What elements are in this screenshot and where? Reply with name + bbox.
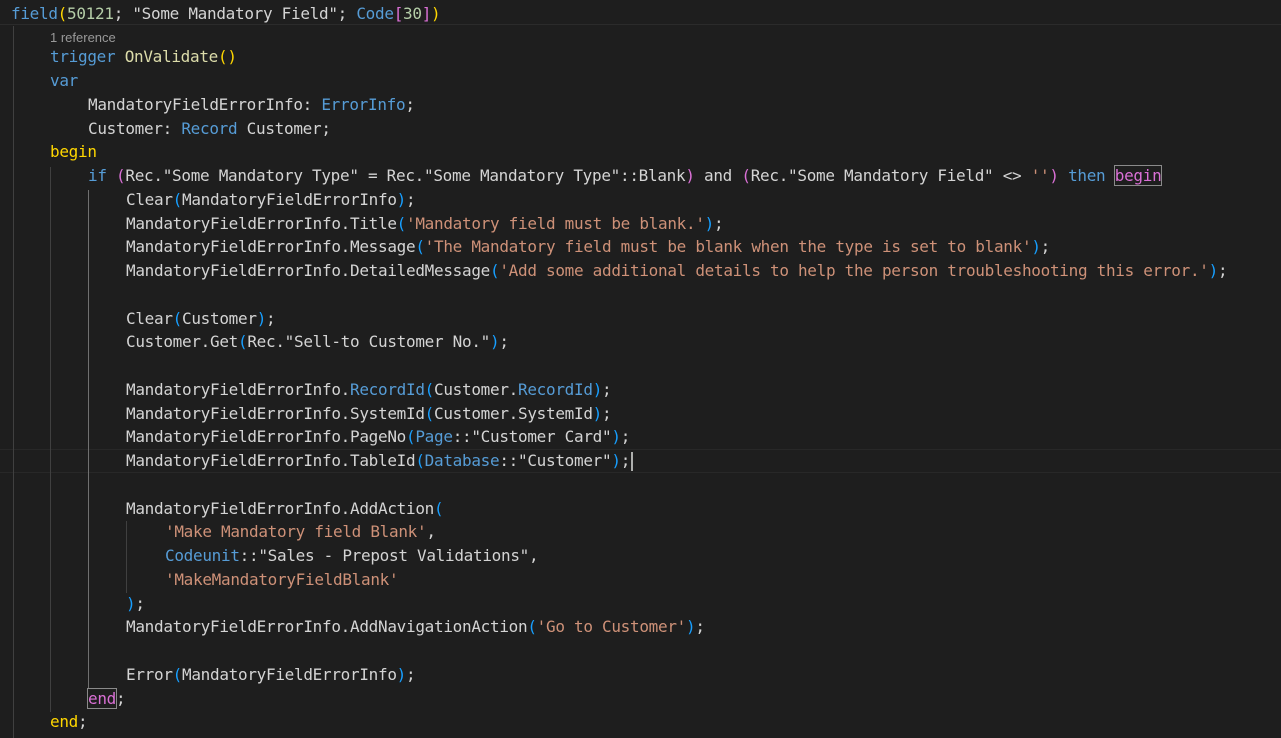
code-line-message[interactable]: MandatoryFieldErrorInfo.Message('The Man… xyxy=(0,235,1281,259)
code-line-begin[interactable]: begin xyxy=(0,140,1281,164)
code-line-clear-errorinfo[interactable]: Clear(MandatoryFieldErrorInfo); xyxy=(0,188,1281,212)
code-line-pageno[interactable]: MandatoryFieldErrorInfo.PageNo(Page::"Cu… xyxy=(0,425,1281,449)
codelens-reference[interactable]: 1 reference xyxy=(0,26,1281,46)
code-line-action-method[interactable]: 'MakeMandatoryFieldBlank' xyxy=(0,568,1281,592)
code-line-addaction[interactable]: MandatoryFieldErrorInfo.AddAction( xyxy=(0,497,1281,521)
code-editor[interactable]: field(50121; "Some Mandatory Field"; Cod… xyxy=(0,0,1281,738)
code-line-detailed-message[interactable]: MandatoryFieldErrorInfo.DetailedMessage(… xyxy=(0,259,1281,283)
code-line-close-paren[interactable]: ); xyxy=(0,592,1281,616)
code-line-var-customer[interactable]: Customer: Record Customer; xyxy=(0,117,1281,141)
code-line-inner-end[interactable]: end; xyxy=(0,687,1281,711)
code-line-var[interactable]: var xyxy=(0,69,1281,93)
code-line-systemid[interactable]: MandatoryFieldErrorInfo.SystemId(Custome… xyxy=(0,402,1281,426)
code-line-customer-get[interactable]: Customer.Get(Rec."Sell-to Customer No.")… xyxy=(0,330,1281,354)
code-line-action-caption[interactable]: 'Make Mandatory field Blank', xyxy=(0,520,1281,544)
text-cursor xyxy=(631,452,634,471)
code-line-end[interactable]: end; xyxy=(0,710,1281,734)
code-line-title[interactable]: MandatoryFieldErrorInfo.Title('Mandatory… xyxy=(0,212,1281,236)
code-line-field-declaration[interactable]: field(50121; "Some Mandatory Field"; Cod… xyxy=(0,2,1281,26)
codelens-reference-label[interactable]: 1 reference xyxy=(50,30,116,45)
code-line-error[interactable]: Error(MandatoryFieldErrorInfo); xyxy=(0,663,1281,687)
code-line-action-codeunit[interactable]: Codeunit::"Sales - Prepost Validations", xyxy=(0,544,1281,568)
code-line-if-condition[interactable]: if (Rec."Some Mandatory Type" = Rec."Som… xyxy=(0,164,1281,188)
code-line-clear-customer[interactable]: Clear(Customer); xyxy=(0,307,1281,331)
code-line-recordid[interactable]: MandatoryFieldErrorInfo.RecordId(Custome… xyxy=(0,378,1281,402)
code-line-trigger[interactable]: trigger OnValidate() xyxy=(0,45,1281,69)
code-line-var-errorinfo[interactable]: MandatoryFieldErrorInfo: ErrorInfo; xyxy=(0,93,1281,117)
code-line-navigation-action[interactable]: MandatoryFieldErrorInfo.AddNavigationAct… xyxy=(0,615,1281,639)
code-line-tableid[interactable]: MandatoryFieldErrorInfo.TableId(Database… xyxy=(0,449,1281,473)
